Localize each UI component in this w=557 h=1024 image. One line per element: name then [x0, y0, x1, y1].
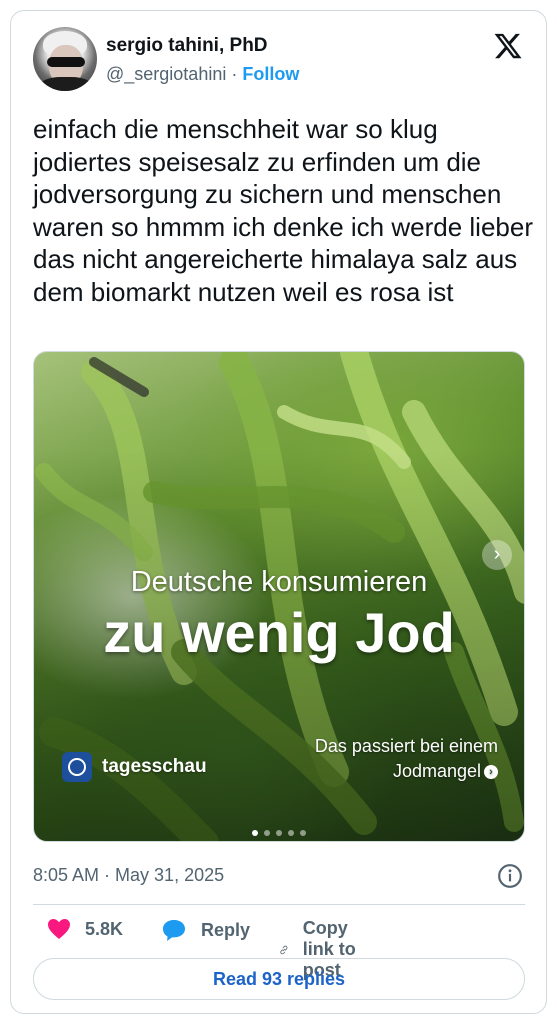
carousel-next-icon[interactable]: › — [482, 540, 512, 570]
read-replies-button[interactable]: Read 93 replies — [33, 958, 525, 1000]
author-name[interactable]: sergio tahini, PhD — [106, 35, 268, 57]
media-cta[interactable]: Das passiert bei einem Jodmangel › — [315, 734, 498, 784]
reply-label: Reply — [201, 919, 251, 940]
tweet-text: einfach die menschheit war so klug jodie… — [33, 114, 533, 307]
carousel-dot[interactable] — [264, 830, 270, 836]
carousel-dots — [34, 830, 524, 836]
info-icon[interactable] — [497, 863, 523, 889]
heart-icon — [48, 919, 70, 939]
tagesschau-brand: tagesschau — [62, 752, 207, 782]
tagesschau-logo-icon — [62, 752, 92, 782]
tweet-timestamp[interactable]: 8:05 AM · May 31, 2025 — [33, 865, 224, 886]
follow-button[interactable]: Follow — [242, 64, 299, 84]
author-handle[interactable]: @_sergiotahini — [106, 64, 226, 84]
tweet-media[interactable]: Deutsche konsumieren zu wenig Jod › tage… — [33, 351, 525, 842]
avatar[interactable] — [33, 27, 97, 91]
carousel-dot[interactable] — [288, 830, 294, 836]
media-headline-small: Deutsche konsumieren — [130, 566, 428, 598]
x-logo-icon[interactable] — [493, 31, 523, 61]
carousel-dot[interactable] — [300, 830, 306, 836]
brand-name: tagesschau — [102, 756, 207, 777]
carousel-dot[interactable] — [252, 830, 258, 836]
reply-button[interactable]: Reply — [161, 918, 250, 942]
separator: · — [231, 64, 238, 84]
like-button[interactable]: 5.8K — [47, 918, 123, 940]
cta-arrow-icon: › — [484, 765, 498, 780]
cta-line2: Jodmangel — [392, 761, 481, 781]
media-headline-big: zu wenig Jod — [103, 601, 455, 664]
handle-row: @_sergiotahini · Follow — [106, 64, 299, 85]
divider — [33, 904, 525, 905]
reply-bubble-icon — [163, 920, 185, 941]
carousel-dot[interactable] — [276, 830, 282, 836]
like-count: 5.8K — [85, 918, 124, 939]
tweet-card: sergio tahini, PhD @_sergiotahini · Foll… — [10, 10, 547, 1014]
cta-line1: Das passiert bei einem — [314, 736, 498, 756]
